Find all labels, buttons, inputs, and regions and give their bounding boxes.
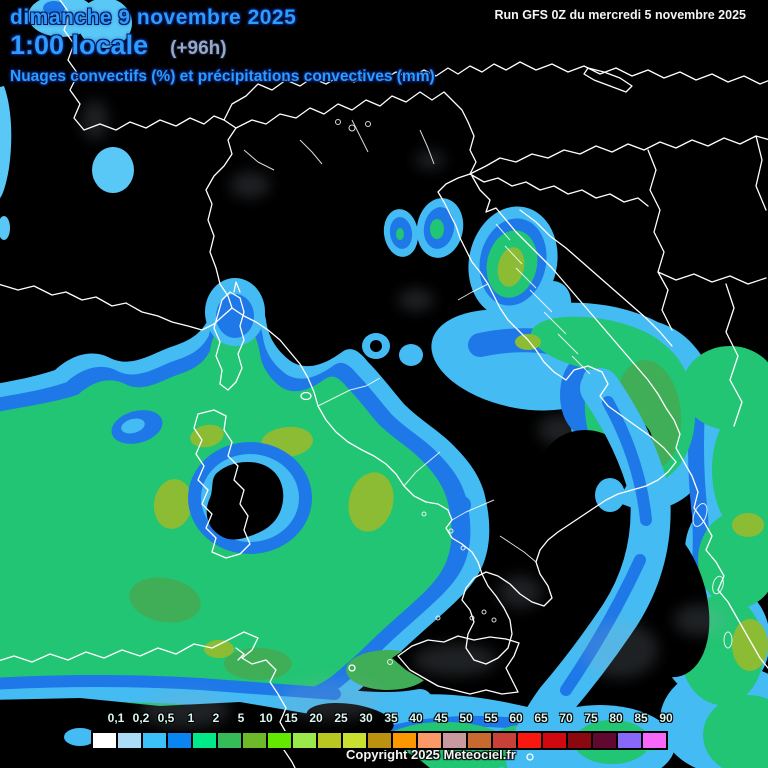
legend-color-box [592, 732, 617, 749]
legend-color-box [167, 732, 192, 749]
legend-boundary-label: 70 [559, 711, 573, 725]
legend-color-box [617, 732, 642, 749]
legend-color-box [642, 732, 667, 749]
legend-color-box [342, 732, 367, 749]
legend-color-box [292, 732, 317, 749]
legend-color-box [367, 732, 392, 749]
model-run-info: Run GFS 0Z du mercredi 5 novembre 2025 [494, 8, 746, 22]
legend-color-box [242, 732, 267, 749]
legend-boundary-label: 65 [534, 711, 548, 725]
legend-color-box [442, 732, 467, 749]
legend-color-box [317, 732, 342, 749]
legend-color-box [492, 732, 517, 749]
legend-boxes [91, 731, 668, 750]
legend-color-box [217, 732, 242, 749]
weather-map [0, 0, 768, 768]
legend-boundary-label: 85 [634, 711, 648, 725]
legend-boundary-label: 5 [237, 711, 245, 725]
legend-color-box [567, 732, 592, 749]
legend-color-box [467, 732, 492, 749]
legend-color-box [517, 732, 542, 749]
forecast-local-time: 1:00 locale [10, 30, 149, 60]
legend-labels: 0,1 0,2 0,5 1 2 5 10 15 20 25 30 35 40 45 50 55 60 65 70 75… [91, 711, 691, 730]
legend-boundary-label: 25 [334, 711, 348, 725]
legend-boundary-label: 0,1 [107, 711, 125, 725]
forecast-hour-offset: (+96h) [170, 38, 227, 59]
legend-boundary-label: 20 [309, 711, 323, 725]
weather-map-page: dimanche 9 novembre 2025 1:00 locale (+96… [0, 0, 768, 768]
legend-boundary-label: 0,2 [132, 711, 150, 725]
legend-boundary-label: 30 [359, 711, 373, 725]
legend-boundary-label: 60 [509, 711, 523, 725]
legend-boundary-label: 2 [212, 711, 220, 725]
legend-boundary-label: 1 [187, 711, 195, 725]
legend-color-box [417, 732, 442, 749]
legend-boundary-label: 10 [259, 711, 273, 725]
legend-color-box [117, 732, 142, 749]
legend-boundary-label: 15 [284, 711, 298, 725]
precipitation-color-scale: 0,1 0,2 0,5 1 2 5 10 15 20 25 30 35 40 45 50 55 60 65 70 75… [91, 711, 691, 750]
forecast-date: dimanche 9 novembre 2025 [10, 6, 297, 29]
legend-color-box [192, 732, 217, 749]
legend-boundary-label: 45 [434, 711, 448, 725]
legend-boundary-label: 90 [659, 711, 673, 725]
legend-color-box [92, 732, 117, 749]
legend-color-box [267, 732, 292, 749]
legend-color-box [542, 732, 567, 749]
legend-boundary-label: 0,5 [157, 711, 175, 725]
legend-boundary-label: 55 [484, 711, 498, 725]
legend-boundary-label: 35 [384, 711, 398, 725]
legend-color-box [142, 732, 167, 749]
legend-boundary-label: 50 [459, 711, 473, 725]
map-parameter-subtitle: Nuages convectifs (%) et précipitations … [10, 68, 435, 85]
legend-boundary-label: 80 [609, 711, 623, 725]
legend-color-box [392, 732, 417, 749]
legend-boundary-label: 75 [584, 711, 598, 725]
forecast-time-row: 1:00 locale (+96h) [10, 30, 227, 61]
legend-boundary-label: 40 [409, 711, 423, 725]
